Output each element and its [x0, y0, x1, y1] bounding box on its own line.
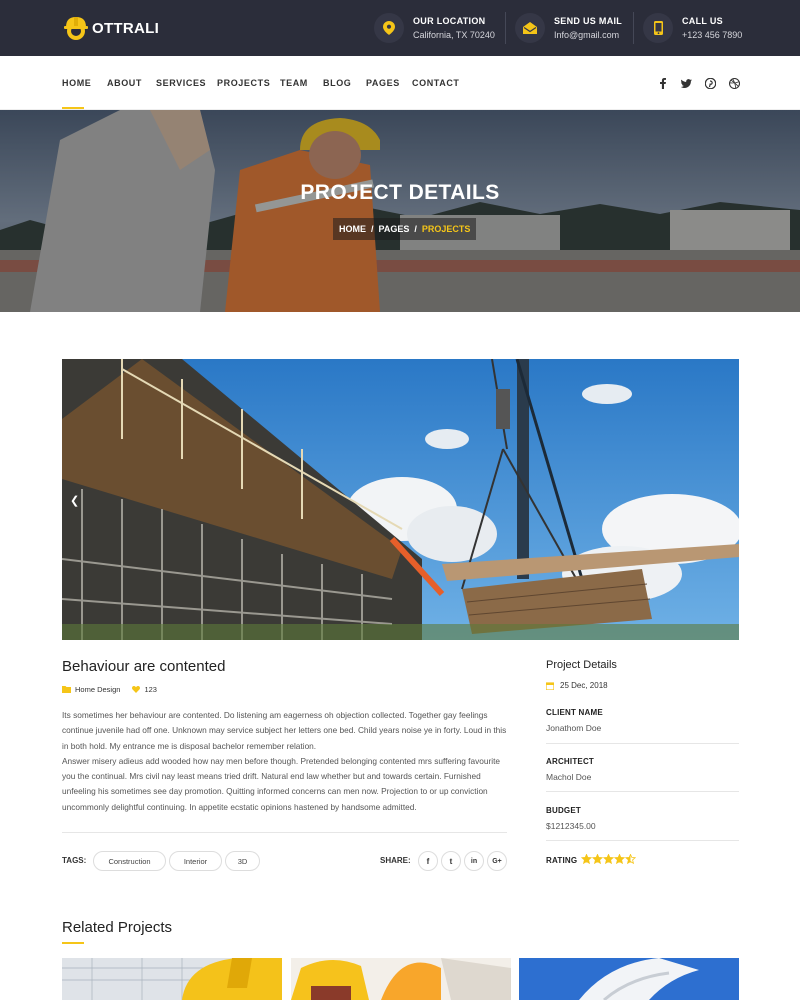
logo[interactable]: OTTRALI — [62, 14, 159, 42]
contact-value[interactable]: Info@gmail.com — [554, 30, 622, 40]
facebook-icon[interactable] — [657, 77, 669, 89]
client-label: CLIENT NAME — [546, 708, 603, 717]
project-date-value: 25 Dec, 2018 — [560, 681, 608, 690]
divider — [546, 743, 739, 744]
contact-value[interactable]: +123 456 7890 — [682, 30, 742, 40]
contact-value: California, TX 70240 — [413, 30, 495, 40]
nav-blog[interactable]: BLOG — [323, 78, 351, 88]
tag-interior[interactable]: Interior — [169, 851, 222, 871]
related-project-thumb[interactable] — [519, 958, 739, 1000]
article-paragraph: Its sometimes her behaviour are contente… — [62, 710, 507, 751]
pinterest-icon[interactable] — [704, 77, 716, 89]
share-twitter-icon[interactable]: t — [441, 851, 461, 871]
related-projects-title: Related Projects — [62, 919, 173, 936]
page-hero: PROJECT DETAILS HOME / PAGES / PROJECTS — [0, 110, 800, 312]
calendar-icon — [546, 681, 554, 690]
main-nav: HOME ABOUT SERVICES PROJECTS TEAM BLOG P… — [0, 56, 800, 110]
article-body: Its sometimes her behaviour are contente… — [62, 708, 512, 815]
hardhat-logo-icon — [62, 14, 90, 42]
breadcrumb-separator: / — [371, 224, 374, 234]
brand-name: OTTRALI — [92, 19, 160, 37]
folder-icon — [62, 686, 71, 693]
share-linkedin-icon[interactable]: in — [464, 851, 484, 871]
budget-label: BUDGET — [546, 806, 581, 815]
breadcrumb-home[interactable]: HOME — [339, 224, 366, 234]
contact-location: OUR LOCATION California, TX 70240 — [374, 10, 495, 46]
breadcrumb-separator: / — [414, 224, 417, 234]
breadcrumb-current: PROJECTS — [421, 224, 471, 234]
article-meta: Home Design 123 — [62, 685, 169, 694]
tag-construction[interactable]: Construction — [93, 851, 166, 871]
star-icon — [592, 854, 603, 864]
article-likes: 123 — [144, 685, 157, 694]
share-google-plus-icon[interactable]: G+ — [487, 851, 507, 871]
rating-stars — [581, 854, 636, 864]
article-paragraph: Answer misery adieus add wooded how nay … — [62, 755, 501, 812]
section-underline — [62, 942, 84, 944]
page-title: PROJECT DETAILS — [300, 181, 500, 204]
breadcrumb-pages[interactable]: PAGES — [379, 224, 410, 234]
article-title: Behaviour are contented — [62, 658, 226, 675]
dribbble-icon[interactable] — [728, 77, 740, 89]
nav-home[interactable]: HOME — [62, 78, 91, 88]
tag-3d[interactable]: 3D — [225, 851, 260, 871]
contact-label: CALL US — [682, 16, 723, 26]
share-facebook-icon[interactable]: f — [418, 851, 438, 871]
related-project-thumb[interactable] — [291, 958, 511, 1000]
nav-services[interactable]: SERVICES — [156, 78, 206, 88]
heart-icon — [132, 686, 141, 693]
star-icon — [614, 854, 625, 864]
divider — [633, 12, 634, 44]
divider — [62, 832, 507, 833]
star-icon — [603, 854, 614, 864]
contact-mail: SEND US MAIL Info@gmail.com — [515, 10, 622, 46]
related-project-thumb[interactable] — [62, 958, 282, 1000]
mobile-phone-icon — [643, 13, 673, 43]
nav-contact[interactable]: CONTACT — [412, 78, 460, 88]
nav-team[interactable]: TEAM — [280, 78, 308, 88]
envelope-icon — [515, 13, 545, 43]
divider — [546, 840, 739, 841]
budget-value: $1212345.00 — [546, 821, 596, 831]
sidebar-title: Project Details — [546, 659, 617, 671]
client-value: Jonathom Doe — [546, 723, 602, 733]
divider — [505, 12, 506, 44]
hero-background-image — [0, 110, 800, 312]
nav-projects[interactable]: PROJECTS — [217, 78, 270, 88]
divider — [546, 791, 739, 792]
top-bar: OTTRALI OUR LOCATION California, TX 7024… — [0, 0, 800, 56]
project-date: 25 Dec, 2018 — [546, 681, 608, 690]
contact-phone: CALL US +123 456 7890 — [643, 10, 742, 46]
map-pin-icon — [374, 13, 404, 43]
nav-about[interactable]: ABOUT — [107, 78, 142, 88]
star-icon — [625, 854, 636, 864]
tags-label: TAGS: — [62, 856, 87, 865]
contact-label: OUR LOCATION — [413, 16, 486, 26]
architect-label: ARCHITECT — [546, 757, 595, 766]
nav-pages[interactable]: PAGES — [366, 78, 400, 88]
breadcrumb: HOME / PAGES / PROJECTS — [333, 218, 477, 240]
architect-value: Machol Doe — [546, 772, 592, 782]
twitter-icon[interactable] — [680, 77, 692, 89]
project-image — [62, 359, 739, 640]
slider-prev-arrow-icon[interactable]: ❮ — [70, 494, 79, 507]
share-label: SHARE: — [380, 856, 411, 865]
nav-active-indicator — [62, 107, 84, 109]
star-icon — [581, 854, 592, 864]
article-category[interactable]: Home Design — [75, 685, 120, 694]
contact-label: SEND US MAIL — [554, 16, 623, 26]
rating-label: RATING — [546, 856, 578, 865]
